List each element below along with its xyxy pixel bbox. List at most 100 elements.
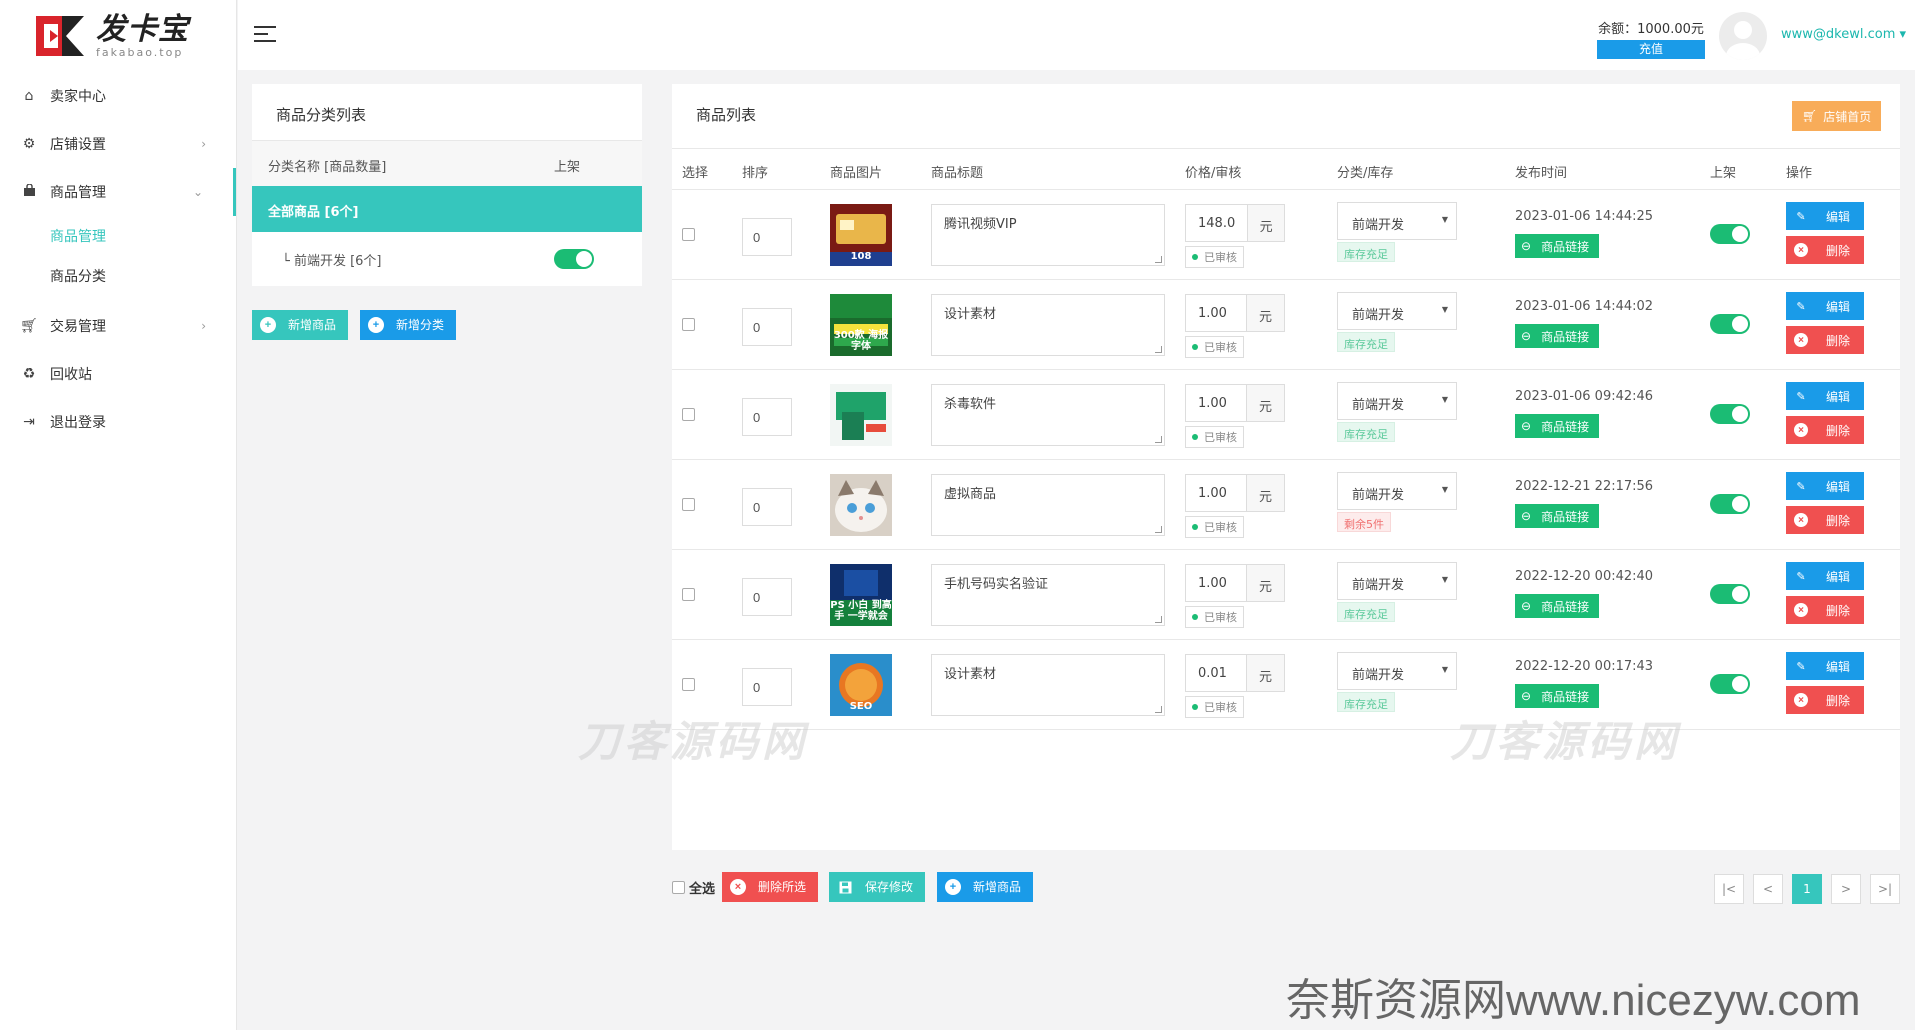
product-link-button[interactable]: ⊖ 商品链接 <box>1515 684 1600 708</box>
edit-button[interactable]: ✎ 编辑 <box>1786 292 1864 320</box>
edit-button[interactable]: ✎ 编辑 <box>1786 472 1864 500</box>
row-checkbox[interactable] <box>682 678 695 691</box>
stock-badge: 库存充足 <box>1337 602 1395 622</box>
sidebar-item-shop-settings[interactable]: ⚙ 店铺设置 › <box>0 120 236 168</box>
category-select[interactable]: 前端开发 <box>1337 472 1457 510</box>
price-input[interactable]: 1.00 <box>1186 295 1246 331</box>
publish-time: 2023-01-06 14:44:02 <box>1515 299 1654 314</box>
add-category-button[interactable]: + 新增分类 <box>360 310 457 340</box>
gear-icon: ⚙ <box>22 136 36 152</box>
recharge-button[interactable]: 充值 <box>1597 40 1705 59</box>
button-label: 商品链接 <box>1541 599 1590 614</box>
shelf-toggle[interactable] <box>1710 314 1750 334</box>
audit-status: 已审核 <box>1185 246 1244 268</box>
product-title-textarea[interactable]: 虚拟商品 <box>931 474 1165 536</box>
product-title-textarea[interactable]: 手机号码实名验证 <box>931 564 1165 626</box>
category-all-products[interactable]: 全部商品 [6个] <box>252 186 642 232</box>
product-link-button[interactable]: ⊖ 商品链接 <box>1515 594 1600 618</box>
price-input[interactable]: 0.01 <box>1186 655 1246 691</box>
category-row[interactable]: └ 前端开发 [6个] <box>252 232 642 286</box>
pager-page-1[interactable]: 1 <box>1792 874 1822 904</box>
save-changes-button[interactable]: 保存修改 <box>829 872 926 902</box>
category-select[interactable]: 前端开发 <box>1337 292 1457 330</box>
shelf-toggle[interactable] <box>1710 494 1750 514</box>
product-thumbnail <box>830 474 892 536</box>
shop-home-button[interactable]: 🛒︎ 店铺首页 <box>1792 101 1882 131</box>
sidebar-subitem-categories[interactable]: 商品分类 <box>0 256 236 296</box>
status-dot-icon <box>1192 614 1198 620</box>
edit-button[interactable]: ✎ 编辑 <box>1786 652 1864 680</box>
product-panel-title: 商品列表 <box>696 106 757 124</box>
product-link-button[interactable]: ⊖ 商品链接 <box>1515 504 1600 528</box>
sidebar-item-product-management[interactable]: 商品管理 ⌄ <box>0 168 236 216</box>
close-circle-icon: × <box>1794 243 1808 257</box>
row-checkbox[interactable] <box>682 588 695 601</box>
shelf-toggle[interactable] <box>1710 224 1750 244</box>
category-select[interactable]: 前端开发 <box>1337 202 1457 240</box>
product-link-button[interactable]: ⊖ 商品链接 <box>1515 234 1600 258</box>
edit-button[interactable]: ✎ 编辑 <box>1786 202 1864 230</box>
button-label: 店铺首页 <box>1823 109 1872 124</box>
row-checkbox[interactable] <box>682 498 695 511</box>
watermark: 刀客源码网 <box>1450 717 1681 766</box>
pager-prev[interactable]: < <box>1753 874 1783 904</box>
product-link-button[interactable]: ⊖ 商品链接 <box>1515 414 1600 438</box>
delete-button[interactable]: × 删除 <box>1786 326 1864 354</box>
sort-input[interactable] <box>742 398 792 436</box>
sort-input[interactable] <box>742 308 792 346</box>
sidebar-item-recycle-bin[interactable]: ♻ 回收站 <box>0 350 236 398</box>
product-thumbnail <box>830 384 892 446</box>
shelf-toggle[interactable] <box>1710 404 1750 424</box>
product-title-textarea[interactable]: 杀毒软件 <box>931 384 1165 446</box>
category-select[interactable]: 前端开发 <box>1337 562 1457 600</box>
price-input[interactable]: 1.00 <box>1186 475 1246 511</box>
sort-input[interactable] <box>742 218 792 256</box>
menu-toggle-icon[interactable] <box>254 26 276 42</box>
product-title-textarea[interactable]: 设计素材 <box>931 294 1165 356</box>
row-checkbox[interactable] <box>682 228 695 241</box>
row-checkbox[interactable] <box>682 408 695 421</box>
sort-input[interactable] <box>742 578 792 616</box>
pager-last[interactable]: >| <box>1870 874 1900 904</box>
delete-button[interactable]: × 删除 <box>1786 236 1864 264</box>
delete-button[interactable]: × 删除 <box>1786 416 1864 444</box>
pager-next[interactable]: > <box>1831 874 1861 904</box>
product-title-textarea[interactable]: 腾讯视频VIP <box>931 204 1165 266</box>
edit-button[interactable]: ✎ 编辑 <box>1786 562 1864 590</box>
price-input[interactable]: 1.00 <box>1186 385 1246 421</box>
category-select[interactable]: 前端开发 <box>1337 382 1457 420</box>
sidebar-subitem-products[interactable]: 商品管理 <box>0 216 236 256</box>
row-checkbox[interactable] <box>682 318 695 331</box>
sort-input[interactable] <box>742 488 792 526</box>
category-shelf-toggle[interactable] <box>554 249 594 269</box>
select-all-checkbox[interactable]: 全选 <box>672 878 715 897</box>
plus-circle-icon: + <box>945 879 961 895</box>
add-product-button-left[interactable]: + 新增商品 <box>252 310 349 340</box>
sidebar-item-trade-management[interactable]: 🛒︎ 交易管理 › <box>0 302 236 350</box>
delete-button[interactable]: × 删除 <box>1786 686 1864 714</box>
sidebar-item-seller-center[interactable]: ⌂ 卖家中心 <box>0 72 236 120</box>
logo[interactable]: 发卡宝 fakabao.top <box>0 0 236 72</box>
shelf-toggle[interactable] <box>1710 584 1750 604</box>
audit-label: 已审核 <box>1204 701 1237 714</box>
product-title-textarea[interactable]: 设计素材 <box>931 654 1165 716</box>
shelf-toggle[interactable] <box>1710 674 1750 694</box>
button-label: 编辑 <box>1826 479 1851 494</box>
sidebar-item-logout[interactable]: ⇥ 退出登录 <box>0 398 236 446</box>
category-select[interactable]: 前端开发 <box>1337 652 1457 690</box>
product-link-button[interactable]: ⊖ 商品链接 <box>1515 324 1600 348</box>
price-input[interactable]: 148.0 <box>1186 205 1247 241</box>
publish-time: 2023-01-06 09:42:46 <box>1515 389 1654 404</box>
delete-selected-button[interactable]: × 删除所选 <box>722 872 819 902</box>
avatar[interactable] <box>1719 12 1767 60</box>
delete-button[interactable]: × 删除 <box>1786 596 1864 624</box>
price-input[interactable]: 1.00 <box>1186 565 1246 601</box>
edit-button[interactable]: ✎ 编辑 <box>1786 382 1864 410</box>
add-product-button-bottom[interactable]: + 新增商品 <box>937 872 1034 902</box>
pager-first[interactable]: |< <box>1714 874 1744 904</box>
sort-input[interactable] <box>742 668 792 706</box>
button-label: 删除 <box>1826 603 1851 618</box>
delete-button[interactable]: × 删除 <box>1786 506 1864 534</box>
status-dot-icon <box>1192 524 1198 530</box>
user-menu[interactable]: www@dkewl.com ▾ <box>1781 27 1906 42</box>
